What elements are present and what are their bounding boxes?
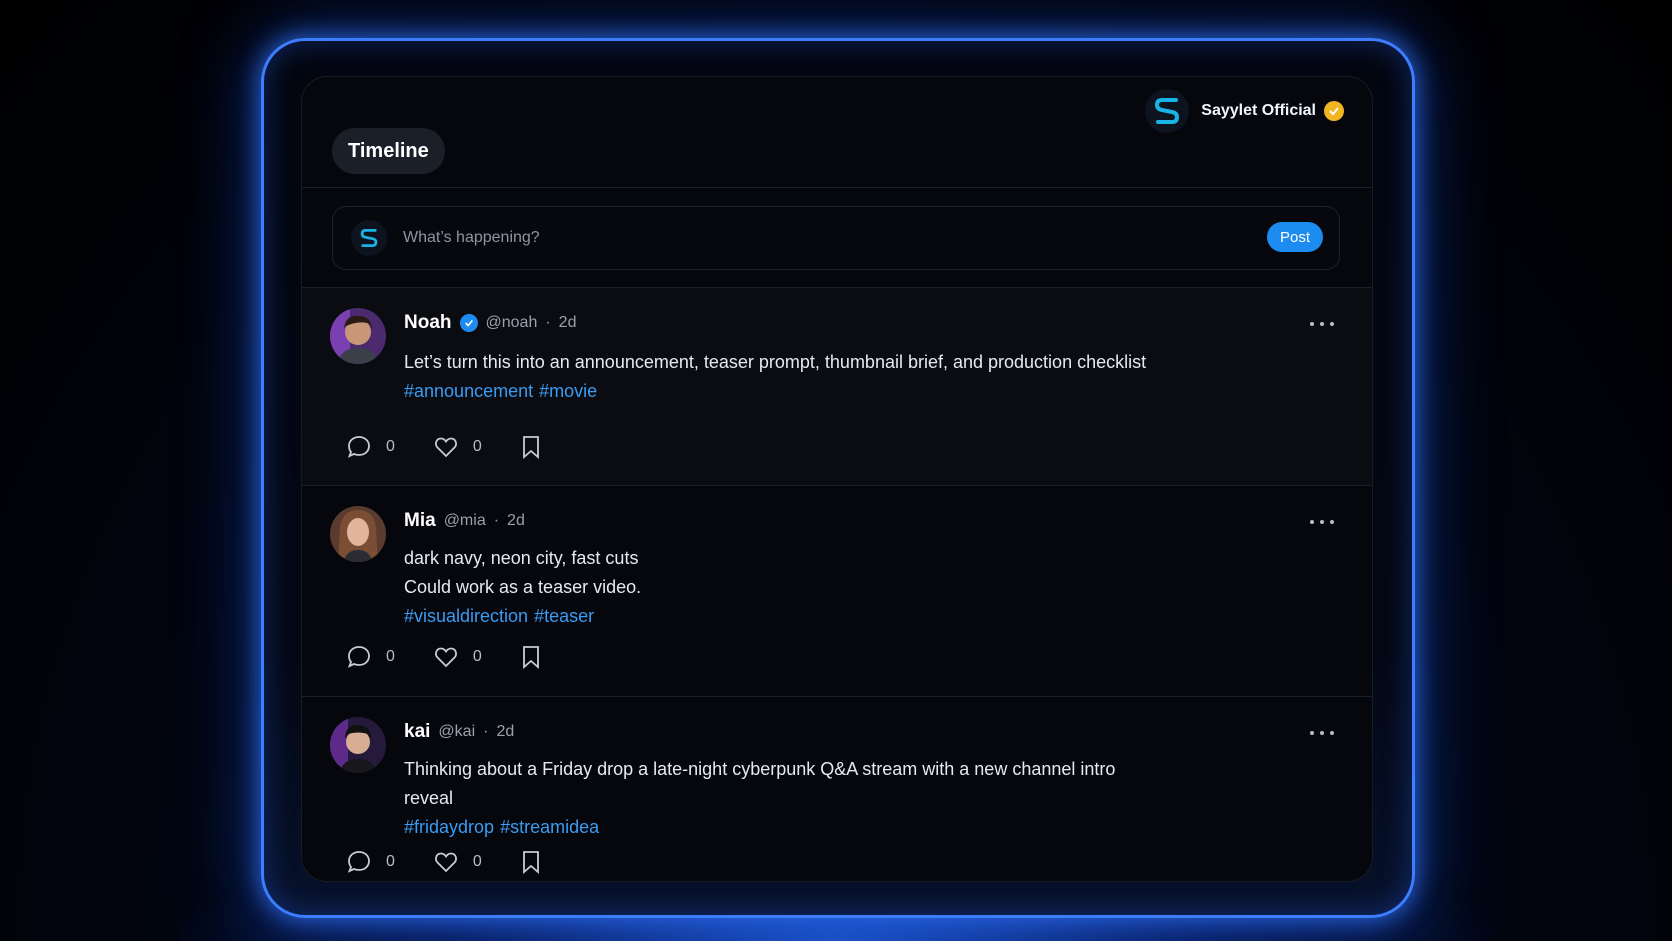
- post-actions: 0 0: [346, 434, 580, 460]
- like-count: 0: [472, 648, 482, 665]
- separator: ·: [545, 314, 551, 331]
- header: Sayylet Official Timeline: [302, 77, 1372, 188]
- comment-button[interactable]: 0: [346, 849, 395, 875]
- bookmark-icon: [522, 851, 539, 874]
- more-options-icon[interactable]: [1310, 314, 1334, 334]
- account-brand[interactable]: Sayylet Official: [1145, 89, 1344, 133]
- like-count: 0: [472, 853, 482, 870]
- comment-icon: [347, 436, 370, 458]
- comment-icon: [347, 646, 370, 668]
- author-name[interactable]: Mia: [404, 510, 436, 532]
- post-text-line: Thinking about a Friday drop a late-nigh…: [404, 759, 1116, 779]
- post-text-line: Could work as a teaser video.: [404, 577, 642, 597]
- more-options-icon[interactable]: [1310, 723, 1334, 743]
- post-time: 2d: [496, 723, 515, 740]
- hashtag-link[interactable]: #streamidea: [500, 817, 599, 837]
- comment-count: 0: [386, 438, 395, 455]
- timeline-panel: Sayylet Official Timeline Post Noah @noa…: [301, 76, 1373, 882]
- sayylet-logo-icon: [1145, 89, 1190, 133]
- post-time: 2d: [558, 314, 577, 331]
- post-text-line: dark navy, neon city, fast cuts: [404, 548, 639, 568]
- post-text-line: reveal: [404, 788, 454, 808]
- author-handle[interactable]: @mia: [444, 512, 486, 530]
- post-body: dark navy, neon city, fast cuts Could wo…: [404, 544, 1224, 631]
- hashtag-link[interactable]: #announcement: [404, 381, 533, 401]
- post-body: Thinking about a Friday drop a late-nigh…: [404, 755, 1224, 842]
- heart-icon: [434, 647, 457, 668]
- feed: Noah @noah · 2d Let’s turn this into an …: [302, 287, 1372, 881]
- hashtag-link[interactable]: #visualdirection: [404, 606, 528, 626]
- avatar[interactable]: [330, 717, 386, 773]
- account-name: Sayylet Official: [1201, 102, 1316, 119]
- like-button[interactable]: 0: [433, 849, 482, 875]
- hashtags: #announcement #movie: [404, 377, 1224, 406]
- comment-button[interactable]: 0: [346, 434, 395, 460]
- bookmark-button[interactable]: [520, 849, 542, 875]
- separator: ·: [493, 512, 500, 529]
- verified-icon: [459, 314, 478, 332]
- post-actions: 0 0: [346, 644, 580, 670]
- comment-icon: [347, 851, 370, 873]
- post-body: Let’s turn this into an announcement, te…: [404, 348, 1224, 406]
- bookmark-icon: [522, 646, 539, 669]
- post-text-line: Let’s turn this into an announcement, te…: [404, 352, 1147, 372]
- author-name[interactable]: kai: [404, 721, 430, 743]
- bookmark-icon: [522, 436, 539, 459]
- hashtag-link[interactable]: #movie: [539, 381, 597, 401]
- composer-avatar-icon: [351, 220, 387, 256]
- author-handle[interactable]: @kai: [438, 723, 475, 741]
- like-button[interactable]: 0: [433, 434, 482, 460]
- separator: ·: [483, 723, 489, 740]
- bookmark-button[interactable]: [520, 644, 542, 670]
- post-button[interactable]: Post: [1267, 222, 1323, 252]
- heart-icon: [434, 437, 457, 458]
- tab-timeline[interactable]: Timeline: [332, 128, 445, 174]
- hashtags: #visualdirection #teaser: [404, 602, 1224, 631]
- hashtag-link[interactable]: #teaser: [534, 606, 594, 626]
- comment-button[interactable]: 0: [346, 644, 395, 670]
- avatar[interactable]: [330, 506, 386, 562]
- author-handle[interactable]: @noah: [486, 314, 538, 332]
- comment-count: 0: [386, 648, 395, 665]
- bookmark-button[interactable]: [520, 434, 542, 460]
- avatar[interactable]: [330, 308, 386, 364]
- hashtag-link[interactable]: #fridaydrop: [404, 817, 494, 837]
- heart-icon: [434, 852, 457, 873]
- post-item[interactable]: kai @kai · 2d Thinking about a Friday dr…: [302, 696, 1372, 881]
- compose-input[interactable]: [401, 222, 1205, 254]
- post-header: kai @kai · 2d: [404, 721, 514, 743]
- post-header: Mia @mia · 2d: [404, 510, 525, 532]
- post-time: 2d: [507, 512, 525, 529]
- author-name[interactable]: Noah: [404, 312, 452, 334]
- more-options-icon[interactable]: [1310, 512, 1334, 532]
- composer: Post: [332, 206, 1340, 270]
- post-item[interactable]: Noah @noah · 2d Let’s turn this into an …: [302, 287, 1372, 485]
- hashtags: #fridaydrop #streamidea: [404, 813, 1224, 842]
- verified-gold-icon: [1324, 101, 1344, 121]
- post-actions: 0 0: [346, 849, 580, 875]
- comment-count: 0: [386, 853, 395, 870]
- like-count: 0: [472, 438, 482, 455]
- like-button[interactable]: 0: [433, 644, 482, 670]
- post-item[interactable]: Mia @mia · 2d dark navy, neon city, fast…: [302, 485, 1372, 696]
- post-header: Noah @noah · 2d: [404, 312, 576, 334]
